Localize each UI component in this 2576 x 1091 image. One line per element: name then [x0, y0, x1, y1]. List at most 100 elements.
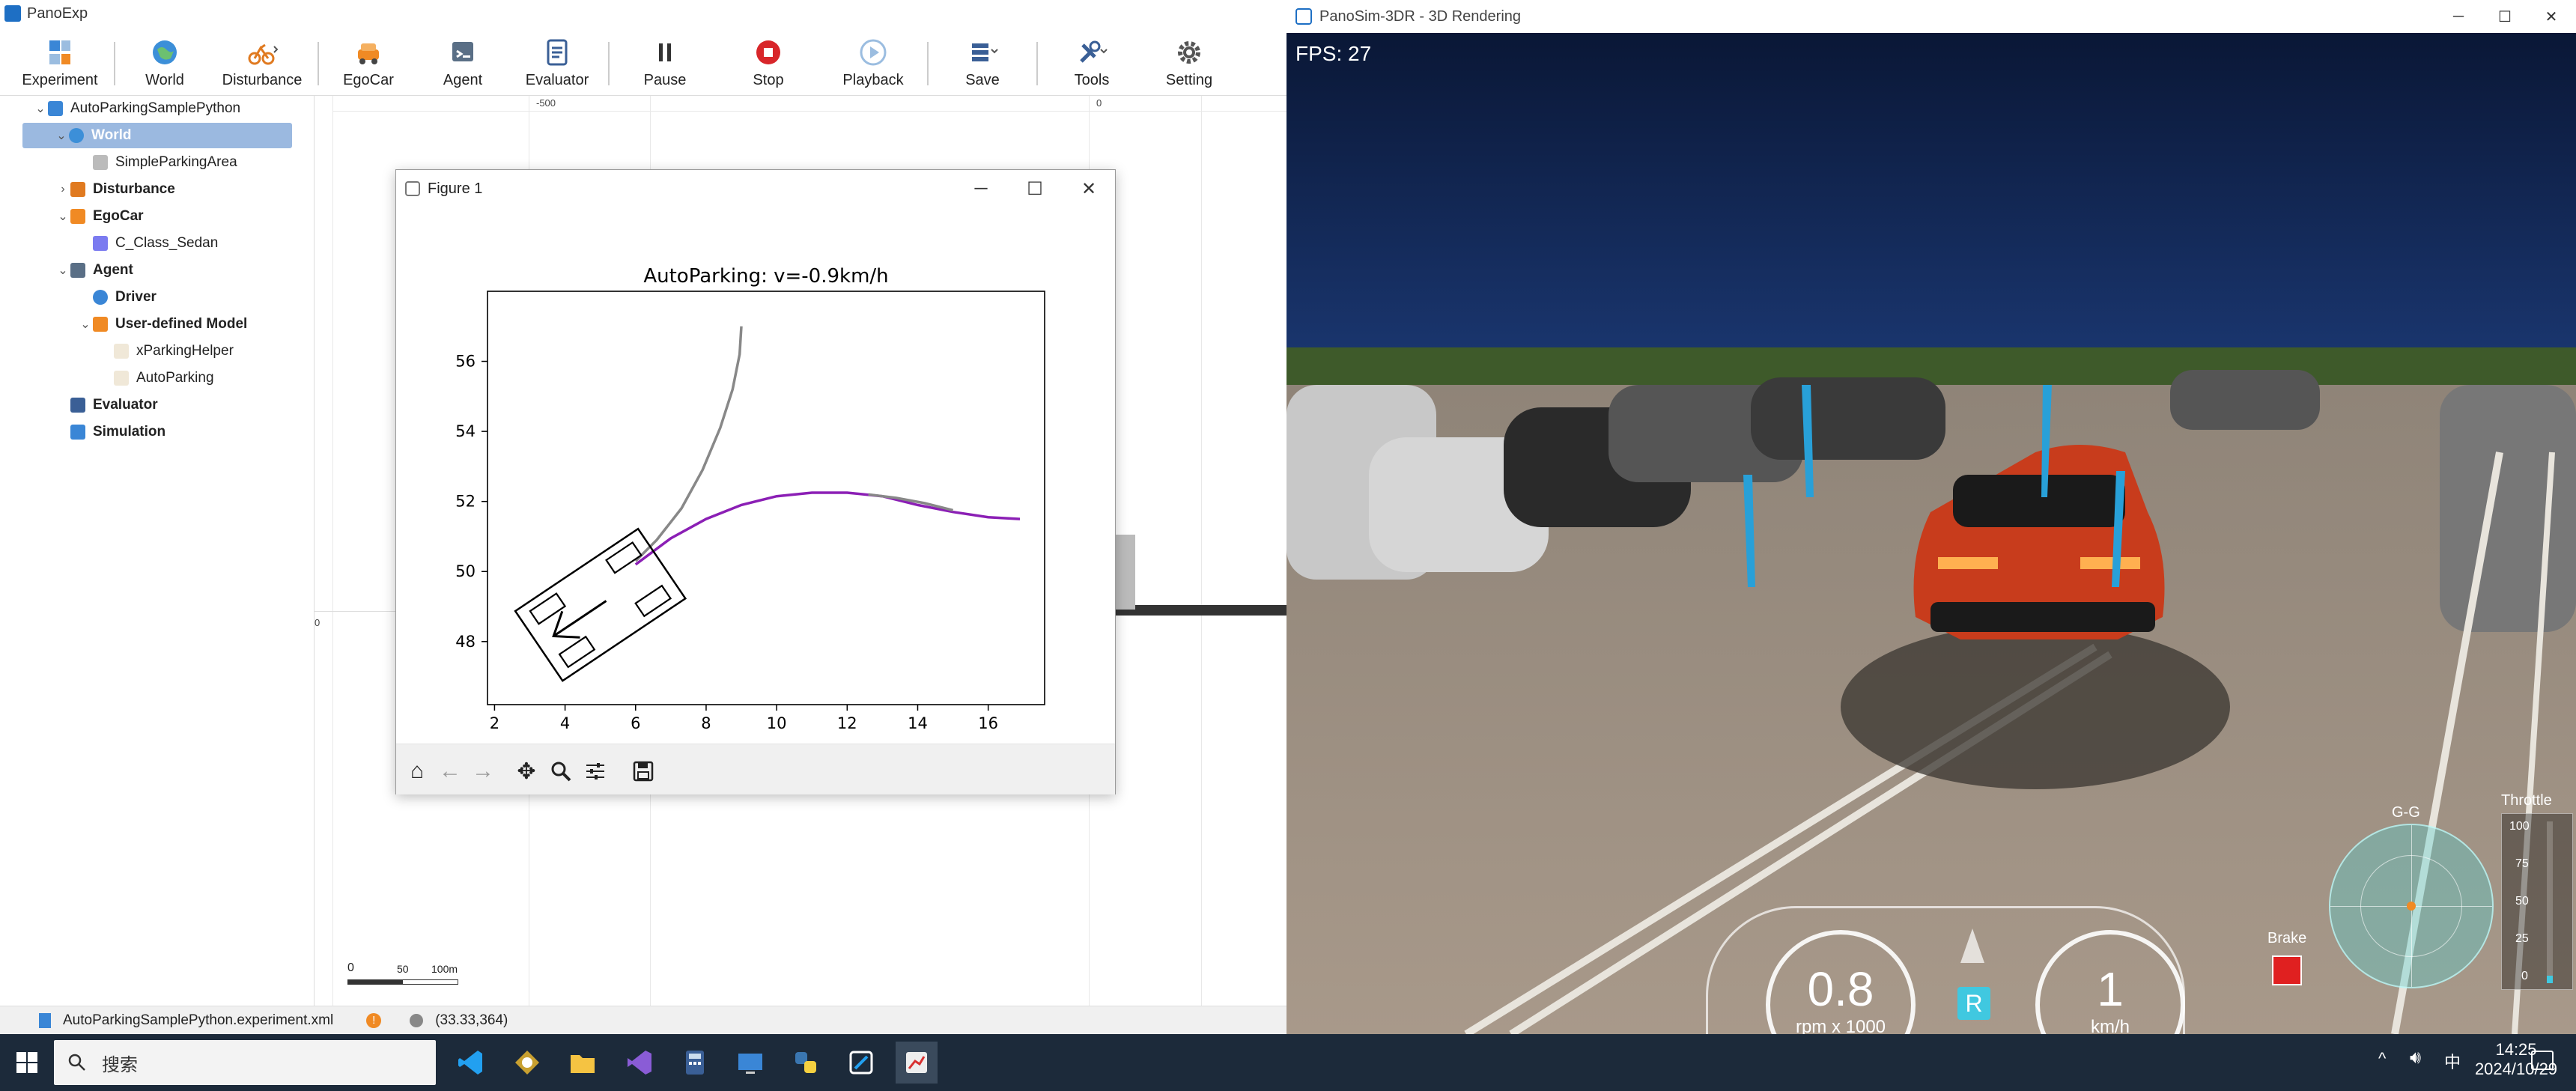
tree-item-c-class-sedan[interactable]: C_Class_Sedan [93, 231, 218, 256]
x-tick-label: 8 [701, 714, 711, 732]
taskbar-search[interactable]: 搜索 [54, 1040, 436, 1085]
folder-icon [48, 101, 63, 116]
figure-window: Figure 1 ─ ☐ ✕ AutoParking: v=-0.9km/h 2 4… [395, 169, 1116, 794]
chevron-down-icon[interactable]: ⌄ [55, 263, 70, 278]
folder-icon [571, 1055, 595, 1073]
close-button[interactable]: ✕ [1063, 170, 1115, 207]
save-icon [972, 43, 998, 61]
panoexp-title: PanoExp [27, 4, 88, 22]
tree-label-egocar: EgoCar [93, 208, 144, 224]
tree-label-user-defined-model: User-defined Model [115, 316, 248, 332]
explorer-app[interactable] [562, 1042, 604, 1084]
tree-label-agent: Agent [93, 262, 133, 278]
tree-item-disturbance[interactable]: › Disturbance [55, 177, 175, 202]
scale-label-100: 100m [431, 963, 458, 975]
back-icon[interactable]: ← [434, 755, 467, 788]
start-button[interactable] [6, 1042, 48, 1084]
toolbar-divider [114, 42, 115, 85]
scale-label-50: 50 [397, 963, 409, 975]
area-icon [93, 155, 108, 170]
tree-item-autoparking[interactable]: AutoParking [114, 365, 214, 391]
chevron-down-icon[interactable]: ⌄ [33, 101, 48, 116]
vscode-app[interactable] [449, 1042, 491, 1084]
x-tick-label: 4 [560, 714, 570, 732]
x-tick-label: 6 [631, 714, 640, 732]
disturbance-icon [70, 182, 85, 197]
grid-line [332, 96, 333, 1006]
experiment-button[interactable]: Experiment [15, 36, 105, 89]
tree-item-agent[interactable]: ⌄ Agent [55, 258, 133, 283]
disturbance-label: Disturbance [222, 72, 303, 88]
egocar-button[interactable]: EgoCar [323, 36, 413, 89]
save-button[interactable]: Save [938, 36, 1027, 89]
maximize-button[interactable]: ☐ [1009, 170, 1061, 207]
panosim-app[interactable] [506, 1042, 548, 1084]
egocar-icon [70, 209, 85, 224]
panosim-3dr-app[interactable] [840, 1042, 882, 1084]
tools-icon [1080, 40, 1108, 63]
forward-icon[interactable]: → [467, 755, 499, 788]
minimize-button[interactable]: ─ [2432, 0, 2485, 33]
volume-icon[interactable]: 🔊︎ [2410, 1048, 2421, 1069]
tree-label-xparking-helper: xParkingHelper [136, 343, 234, 359]
pause-button[interactable]: Pause [620, 36, 710, 89]
direction-indicator-icon [1960, 929, 1984, 963]
chevron-right-icon[interactable]: › [55, 183, 70, 196]
tree-item-root[interactable]: ⌄ AutoParkingSamplePython [33, 96, 240, 121]
agent-button[interactable]: Agent [418, 36, 508, 89]
calculator-app[interactable] [674, 1042, 716, 1084]
remote-desktop-app[interactable] [729, 1042, 771, 1084]
tree-item-simulation[interactable]: Simulation [70, 419, 165, 445]
tree-label-simple-parking-area: SimpleParkingArea [115, 154, 237, 170]
throttle-track [2547, 821, 2553, 983]
world-button[interactable]: World [120, 36, 210, 89]
maximize-button[interactable]: ☐ [2479, 0, 2531, 33]
tools-button[interactable]: Tools [1047, 36, 1137, 89]
visual-studio-app[interactable] [619, 1042, 660, 1084]
search-placeholder: 搜索 [102, 1054, 138, 1075]
ime-indicator[interactable]: 中 [2444, 1049, 2461, 1073]
setting-button[interactable]: Setting [1144, 36, 1234, 89]
configure-subplots-icon[interactable] [579, 755, 612, 788]
tree-item-evaluator[interactable]: Evaluator [70, 392, 158, 418]
playback-button[interactable]: Playback [828, 36, 918, 89]
y-tick-label: 52 [455, 493, 476, 511]
file-icon [114, 344, 129, 359]
chevron-down-icon[interactable]: ⌄ [54, 128, 69, 143]
tree-item-world[interactable]: ⌄ World [22, 123, 292, 148]
tree-item-driver[interactable]: Driver [93, 285, 157, 310]
home-icon[interactable]: ⌂ [401, 755, 434, 788]
agent-label: Agent [443, 72, 483, 88]
rpm-value: 0.8 [1807, 962, 1874, 1016]
chevron-down-icon[interactable]: ⌄ [78, 317, 93, 332]
stop-button[interactable]: Stop [723, 36, 813, 89]
chevron-down-icon[interactable]: ⌄ [55, 209, 70, 224]
tree-item-simple-parking-area[interactable]: SimpleParkingArea [93, 150, 237, 175]
zoom-icon[interactable] [544, 755, 577, 788]
tree-label-evaluator: Evaluator [93, 397, 158, 413]
python-app[interactable] [785, 1042, 827, 1084]
tree-item-user-defined-model[interactable]: ⌄ User-defined Model [78, 312, 247, 337]
tree-label-driver: Driver [115, 289, 157, 305]
tray-chevron-up-icon[interactable]: ^ [2378, 1049, 2386, 1069]
matplotlib-icon [405, 181, 420, 196]
figure-titlebar: Figure 1 ─ ☐ ✕ [396, 170, 1115, 207]
evaluator-button[interactable]: Evaluator [512, 36, 602, 89]
vehicle-icon [93, 236, 108, 251]
minimize-button[interactable]: ─ [955, 170, 1007, 207]
notification-icon[interactable] [2531, 1051, 2554, 1070]
warning-icon[interactable]: ! [366, 1012, 382, 1028]
monitor-icon [738, 1054, 762, 1074]
throttle-tick: 100 [2509, 820, 2530, 833]
pan-icon[interactable]: ✥ [510, 755, 543, 788]
matplotlib-app[interactable] [896, 1042, 938, 1084]
close-button[interactable]: ✕ [2525, 0, 2576, 33]
file-icon [39, 1012, 51, 1028]
x-tick-label: 12 [837, 714, 857, 732]
throttle-label: Throttle [2501, 792, 2552, 809]
tree-item-egocar[interactable]: ⌄ EgoCar [55, 204, 144, 229]
save-figure-icon[interactable] [627, 755, 660, 788]
disturbance-button[interactable]: Disturbance [217, 36, 307, 89]
tree-item-xparking-helper[interactable]: xParkingHelper [114, 338, 234, 364]
evaluator-icon [70, 398, 85, 413]
